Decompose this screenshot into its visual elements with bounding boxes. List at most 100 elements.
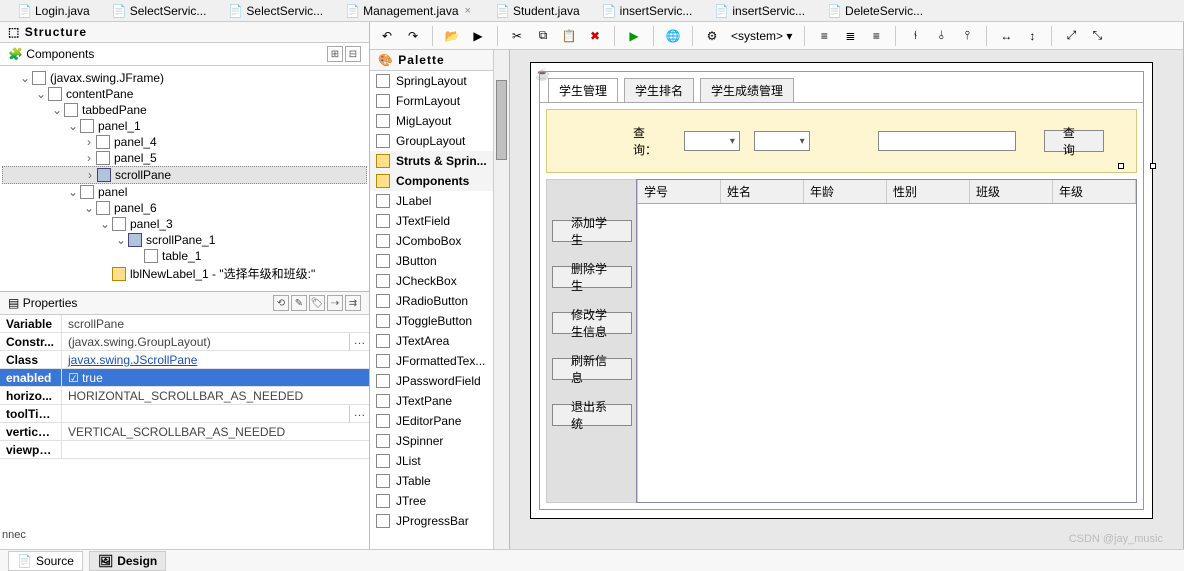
tree-node[interactable]: ⌄(javax.swing.JFrame)	[2, 70, 367, 86]
property-value[interactable]	[62, 441, 369, 458]
file-tab[interactable]: 📄SelectServic...	[103, 2, 216, 20]
property-value[interactable]: scrollPane	[62, 315, 369, 332]
align-middle-icon[interactable]: ⫰	[930, 25, 952, 47]
palette-item[interactable]: JCheckBox	[370, 271, 509, 291]
collapse-icon[interactable]: ⤡	[1086, 25, 1108, 47]
align-bottom-icon[interactable]: ⫯	[956, 25, 978, 47]
close-icon[interactable]: ×	[463, 5, 473, 17]
palette-item[interactable]: JList	[370, 451, 509, 471]
palette-item[interactable]: JTextField	[370, 211, 509, 231]
file-tab[interactable]: 📄Management.java×	[336, 2, 482, 20]
palette-item[interactable]: Components	[370, 171, 509, 191]
tree-twisty-icon[interactable]: ⌄	[34, 87, 48, 101]
palette-item[interactable]: JProgressBar	[370, 511, 509, 531]
palette-item[interactable]: JFormattedTex...	[370, 351, 509, 371]
more-icon[interactable]: …	[349, 405, 369, 422]
goto-icon[interactable]: ⇉	[345, 295, 361, 311]
property-row[interactable]: horizo...HORIZONTAL_SCROLLBAR_AS_NEEDED	[0, 387, 369, 405]
expand-icon[interactable]: ⤢	[1060, 25, 1082, 47]
tree-node[interactable]: lblNewLabel_1 - "选择年级和班级:"	[2, 264, 367, 283]
globe-icon[interactable]: 🌐	[662, 25, 684, 47]
tree-twisty-icon[interactable]: ›	[82, 135, 96, 149]
align-right-icon[interactable]: ≡	[865, 25, 887, 47]
search-button[interactable]: 查询	[1044, 130, 1104, 152]
side-button[interactable]: 刷新信息	[552, 358, 632, 380]
tree-node[interactable]: ⌄panel_3	[2, 216, 367, 232]
preview-icon[interactable]: ▶	[467, 25, 489, 47]
props-btn-2[interactable]: ✎	[291, 295, 307, 311]
system-dropdown[interactable]: <system> ▾	[727, 29, 796, 43]
palette-item[interactable]: JLabel	[370, 191, 509, 211]
palette-item[interactable]: JTree	[370, 491, 509, 511]
palette-item[interactable]: GroupLayout	[370, 131, 509, 151]
property-value[interactable]: (javax.swing.GroupLayout)	[62, 333, 349, 350]
side-button[interactable]: 修改学生信息	[552, 312, 632, 334]
property-row[interactable]: vertical...VERTICAL_SCROLLBAR_AS_NEEDED	[0, 423, 369, 441]
file-tab[interactable]: 📄Login.java	[8, 2, 99, 20]
component-tree[interactable]: ⌄(javax.swing.JFrame)⌄contentPane⌄tabbed…	[0, 66, 369, 291]
expand-all-icon[interactable]: ⊞	[327, 46, 343, 62]
property-row[interactable]: VariablescrollPane	[0, 315, 369, 333]
tree-twisty-icon[interactable]: ›	[82, 151, 96, 165]
same-height-icon[interactable]: ↕	[1021, 25, 1043, 47]
delete-icon[interactable]: ✖	[584, 25, 606, 47]
same-width-icon[interactable]: ↔	[995, 25, 1017, 47]
property-value[interactable]: HORIZONTAL_SCROLLBAR_AS_NEEDED	[62, 387, 369, 404]
open-icon[interactable]: 📂	[441, 25, 463, 47]
property-value[interactable]: ☑ true	[62, 369, 369, 386]
palette-item[interactable]: JTextPane	[370, 391, 509, 411]
paste-icon[interactable]: 📋	[558, 25, 580, 47]
props-btn-1[interactable]: ⟲	[273, 295, 289, 311]
tree-twisty-icon[interactable]: ⌄	[114, 233, 128, 247]
system-icon[interactable]: ⚙	[701, 25, 723, 47]
align-left-icon[interactable]: ≡	[813, 25, 835, 47]
property-value[interactable]: javax.swing.JScrollPane	[62, 351, 369, 368]
tree-twisty-icon[interactable]: ⌄	[18, 71, 32, 85]
palette-item[interactable]: JComboBox	[370, 231, 509, 251]
tree-node[interactable]: ⌄tabbedPane	[2, 102, 367, 118]
tree-node[interactable]: ⌄panel	[2, 184, 367, 200]
redo-icon[interactable]: ↷	[402, 25, 424, 47]
palette-item[interactable]: JEditorPane	[370, 411, 509, 431]
property-row[interactable]: enabled☑ true	[0, 369, 369, 387]
tree-node[interactable]: ⌄panel_1	[2, 118, 367, 134]
palette-item[interactable]: JSpinner	[370, 431, 509, 451]
file-tab[interactable]: 📄DeleteServic...	[818, 2, 932, 20]
cut-icon[interactable]: ✂	[506, 25, 528, 47]
tree-node[interactable]: ›scrollPane	[2, 166, 367, 184]
tree-twisty-icon[interactable]: ⌄	[98, 217, 112, 231]
property-row[interactable]: Classjavax.swing.JScrollPane	[0, 351, 369, 369]
file-tab[interactable]: 📄Student.java	[486, 2, 589, 20]
copy-icon[interactable]: ⧉	[532, 25, 554, 47]
file-tab[interactable]: 📄insertServic...	[705, 2, 814, 20]
scrollpane-selected[interactable]: 学号 姓名 年龄 性别 班级 年级	[637, 180, 1136, 502]
tree-node[interactable]: ⌄panel_6	[2, 200, 367, 216]
combo-1[interactable]: ▾	[684, 131, 740, 151]
palette-item[interactable]: JButton	[370, 251, 509, 271]
palette-list[interactable]: SpringLayoutFormLayoutMigLayoutGroupLayo…	[370, 71, 509, 549]
palette-item[interactable]: JRadioButton	[370, 291, 509, 311]
run-icon[interactable]: ▶	[623, 25, 645, 47]
align-top-icon[interactable]: ⫮	[904, 25, 926, 47]
palette-item[interactable]: JTextArea	[370, 331, 509, 351]
property-row[interactable]: Constr...(javax.swing.GroupLayout)…	[0, 333, 369, 351]
tree-twisty-icon[interactable]: ⌄	[66, 185, 80, 199]
side-button[interactable]: 删除学生	[552, 266, 632, 288]
search-input[interactable]	[878, 131, 1016, 151]
app-tab[interactable]: 学生排名	[624, 78, 694, 102]
side-button[interactable]: 退出系统	[552, 404, 632, 426]
tree-twisty-icon[interactable]: ⌄	[50, 103, 64, 117]
palette-item[interactable]: FormLayout	[370, 91, 509, 111]
props-btn-3[interactable]: 🏷	[309, 295, 325, 311]
combo-2[interactable]: ▾	[754, 131, 810, 151]
property-row[interactable]: toolTip...…	[0, 405, 369, 423]
tree-node[interactable]: ⌄contentPane	[2, 86, 367, 102]
palette-item[interactable]: JTable	[370, 471, 509, 491]
palette-item[interactable]: Struts & Sprin...	[370, 151, 509, 171]
palette-scrollbar[interactable]	[493, 50, 509, 549]
props-btn-4[interactable]: ⇢	[327, 295, 343, 311]
more-icon[interactable]: …	[349, 333, 369, 350]
tree-twisty-icon[interactable]: ›	[83, 168, 97, 182]
file-tab[interactable]: 📄SelectServic...	[219, 2, 332, 20]
app-tab[interactable]: 学生管理	[548, 78, 618, 102]
